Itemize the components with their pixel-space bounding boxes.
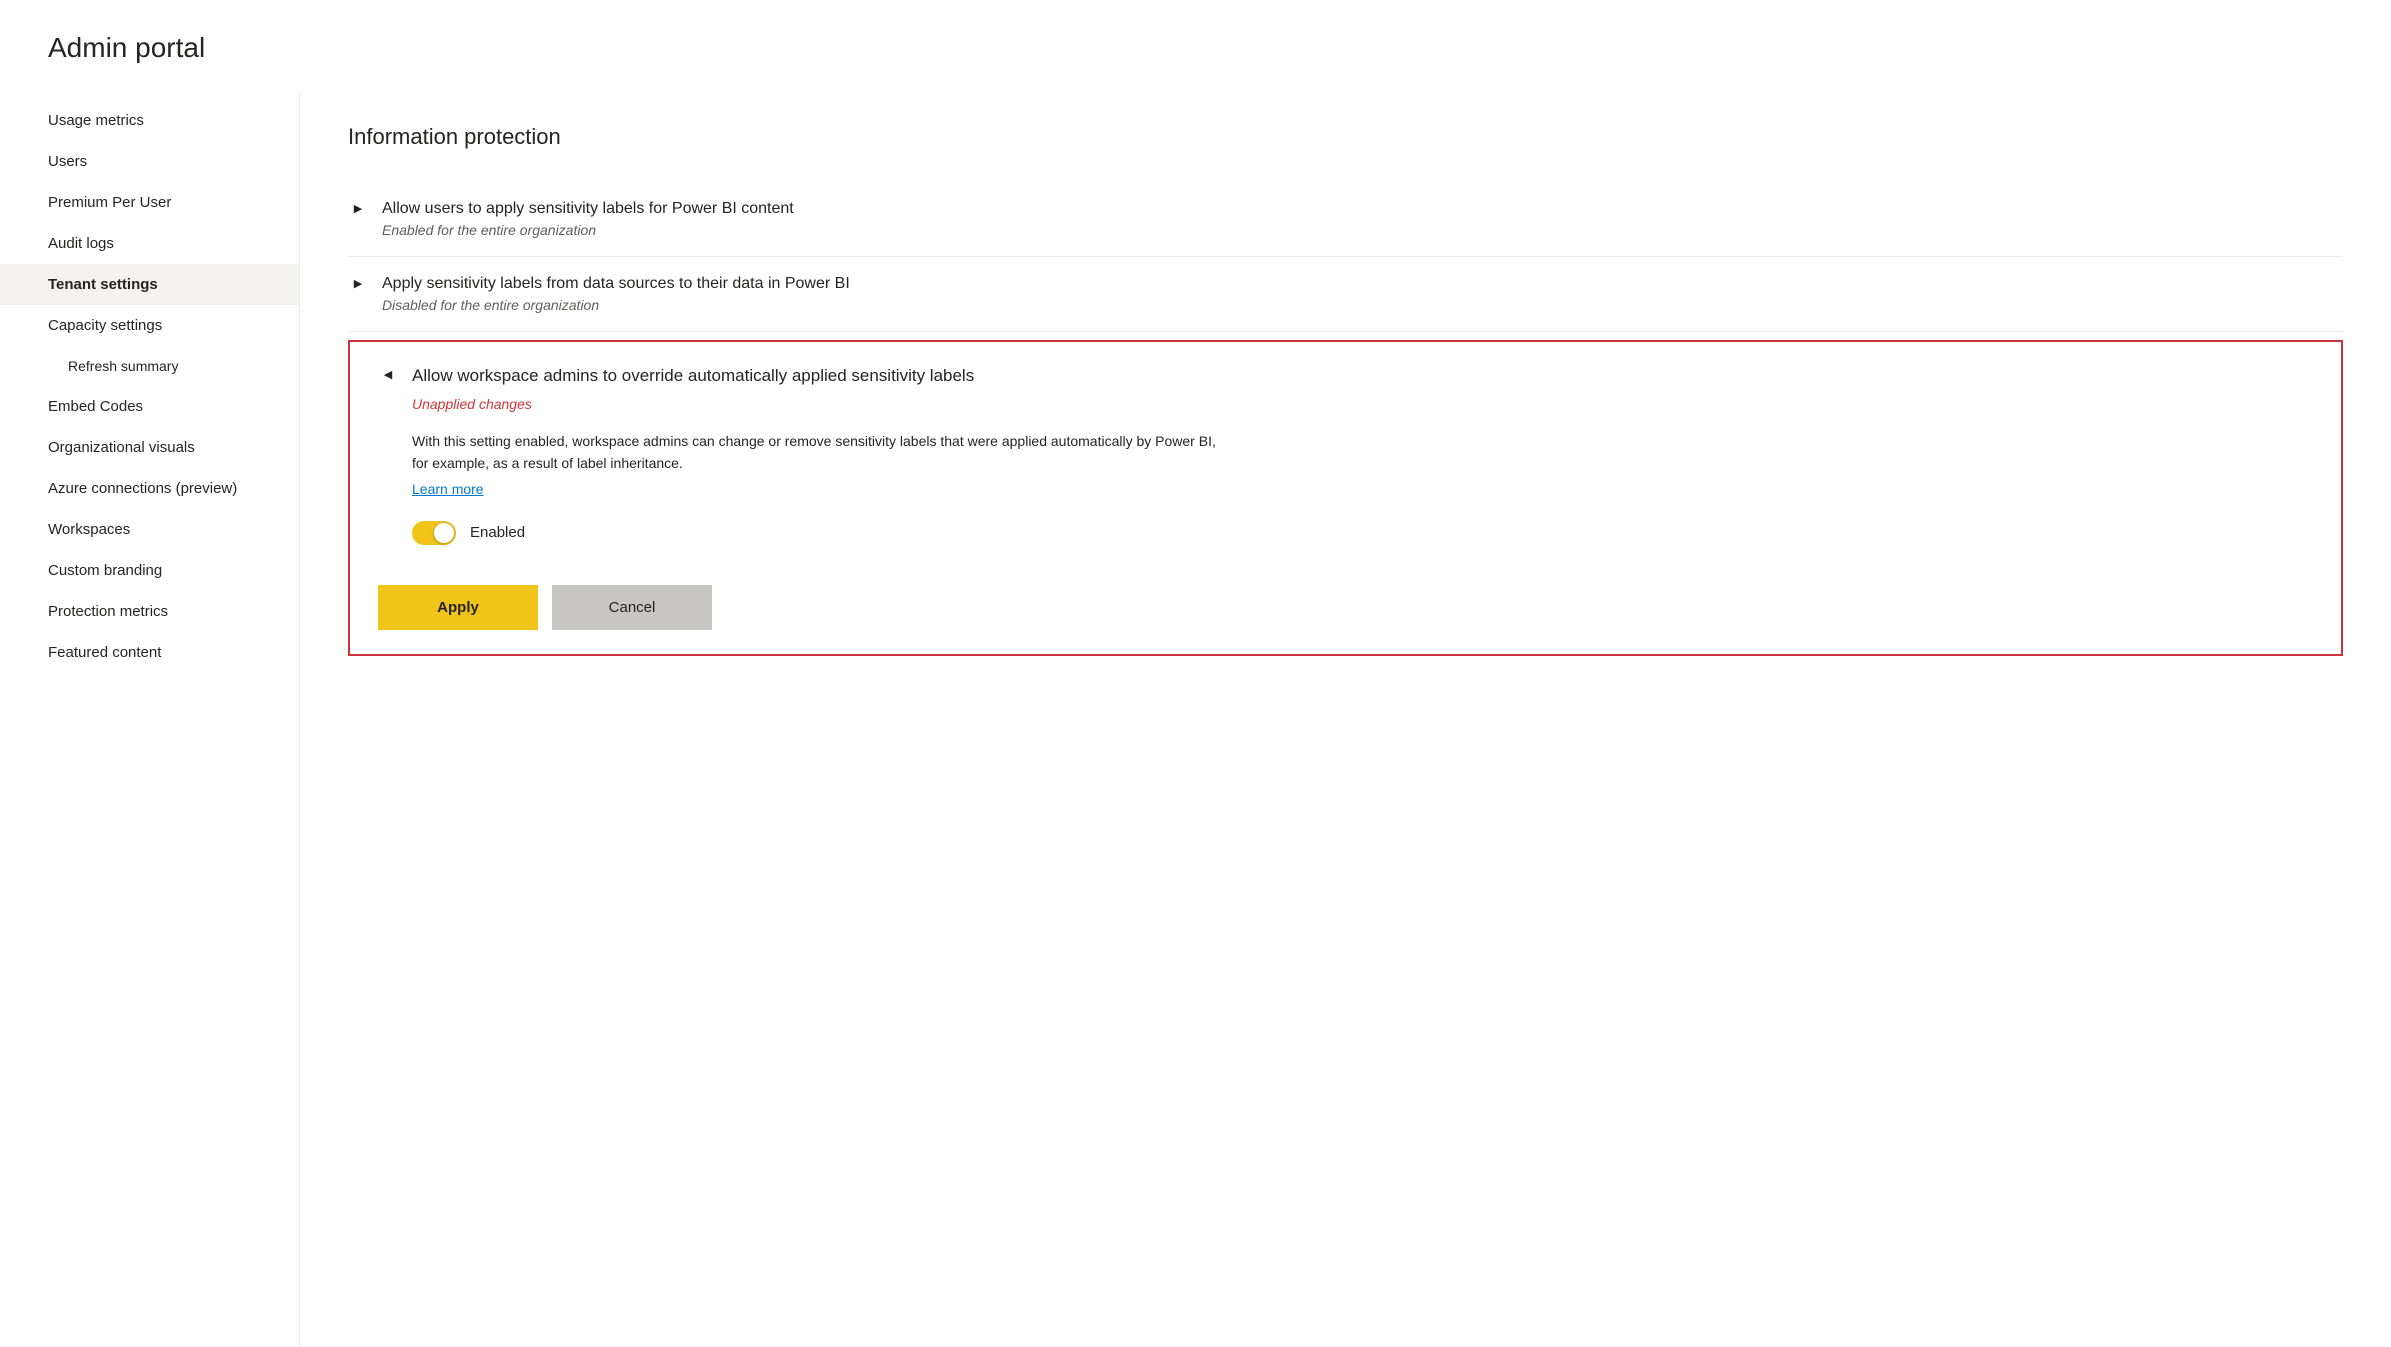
- sidebar-item-refresh-summary[interactable]: Refresh summary: [0, 346, 299, 386]
- enabled-toggle[interactable]: [412, 521, 456, 545]
- sidebar-item-users[interactable]: Users: [0, 141, 299, 182]
- sidebar-item-capacity-settings[interactable]: Capacity settings: [0, 305, 299, 346]
- sidebar-item-azure-connections[interactable]: Azure connections (preview): [0, 468, 299, 509]
- chevron-right-icon-2[interactable]: ▶: [348, 277, 368, 290]
- setting-subtitle-2: Disabled for the entire organization: [382, 297, 2343, 313]
- learn-more-link[interactable]: Learn more: [412, 481, 484, 497]
- setting-title-2: Apply sensitivity labels from data sourc…: [382, 275, 2343, 293]
- setting-text-2: Apply sensitivity labels from data sourc…: [382, 275, 2343, 313]
- main-content: Information protection ▶ Allow users to …: [300, 92, 2391, 1347]
- buttons-row: Apply Cancel: [378, 585, 2313, 630]
- sidebar-item-protection-metrics[interactable]: Protection metrics: [0, 591, 299, 632]
- chevron-down-icon[interactable]: ◀: [378, 368, 398, 381]
- sidebar-item-audit-logs[interactable]: Audit logs: [0, 223, 299, 264]
- apply-button[interactable]: Apply: [378, 585, 538, 630]
- settings-list: ▶ Allow users to apply sensitivity label…: [348, 182, 2343, 672]
- sidebar-item-tenant-settings[interactable]: Tenant settings: [0, 264, 299, 305]
- sidebar-item-workspaces[interactable]: Workspaces: [0, 509, 299, 550]
- setting-subtitle: Enabled for the entire organization: [382, 222, 2343, 238]
- expanded-panel-header: ◀ Allow workspace admins to override aut…: [378, 366, 2313, 386]
- setting-text: Allow users to apply sensitivity labels …: [382, 200, 2343, 238]
- expanded-panel-title: Allow workspace admins to override autom…: [412, 366, 974, 386]
- setting-row-sensitivity-labels-datasource: ▶ Apply sensitivity labels from data sou…: [348, 257, 2343, 332]
- section-title: Information protection: [348, 124, 2343, 150]
- chevron-right-icon[interactable]: ▶: [348, 202, 368, 215]
- page-title: Admin portal: [0, 32, 2391, 92]
- expanded-panel: ◀ Allow workspace admins to override aut…: [348, 340, 2343, 656]
- unapplied-badge: Unapplied changes: [412, 396, 2313, 412]
- sidebar-item-featured-content[interactable]: Featured content: [0, 632, 299, 673]
- toggle-row: Enabled: [412, 521, 2313, 545]
- cancel-button[interactable]: Cancel: [552, 585, 712, 630]
- sidebar-item-premium-per-user[interactable]: Premium Per User: [0, 182, 299, 223]
- sidebar-item-embed-codes[interactable]: Embed Codes: [0, 386, 299, 427]
- setting-row-sensitivity-labels-apply: ▶ Allow users to apply sensitivity label…: [348, 182, 2343, 257]
- sidebar-item-custom-branding[interactable]: Custom branding: [0, 550, 299, 591]
- sidebar: Usage metricsUsersPremium Per UserAudit …: [0, 92, 300, 1347]
- toggle-label: Enabled: [470, 524, 525, 541]
- sidebar-item-usage-metrics[interactable]: Usage metrics: [0, 100, 299, 141]
- setting-title: Allow users to apply sensitivity labels …: [382, 200, 2343, 218]
- expanded-panel-text: Allow workspace admins to override autom…: [412, 366, 974, 386]
- expanded-description: With this setting enabled, workspace adm…: [412, 430, 1232, 475]
- toggle-knob: [434, 523, 454, 543]
- sidebar-item-organizational-visuals[interactable]: Organizational visuals: [0, 427, 299, 468]
